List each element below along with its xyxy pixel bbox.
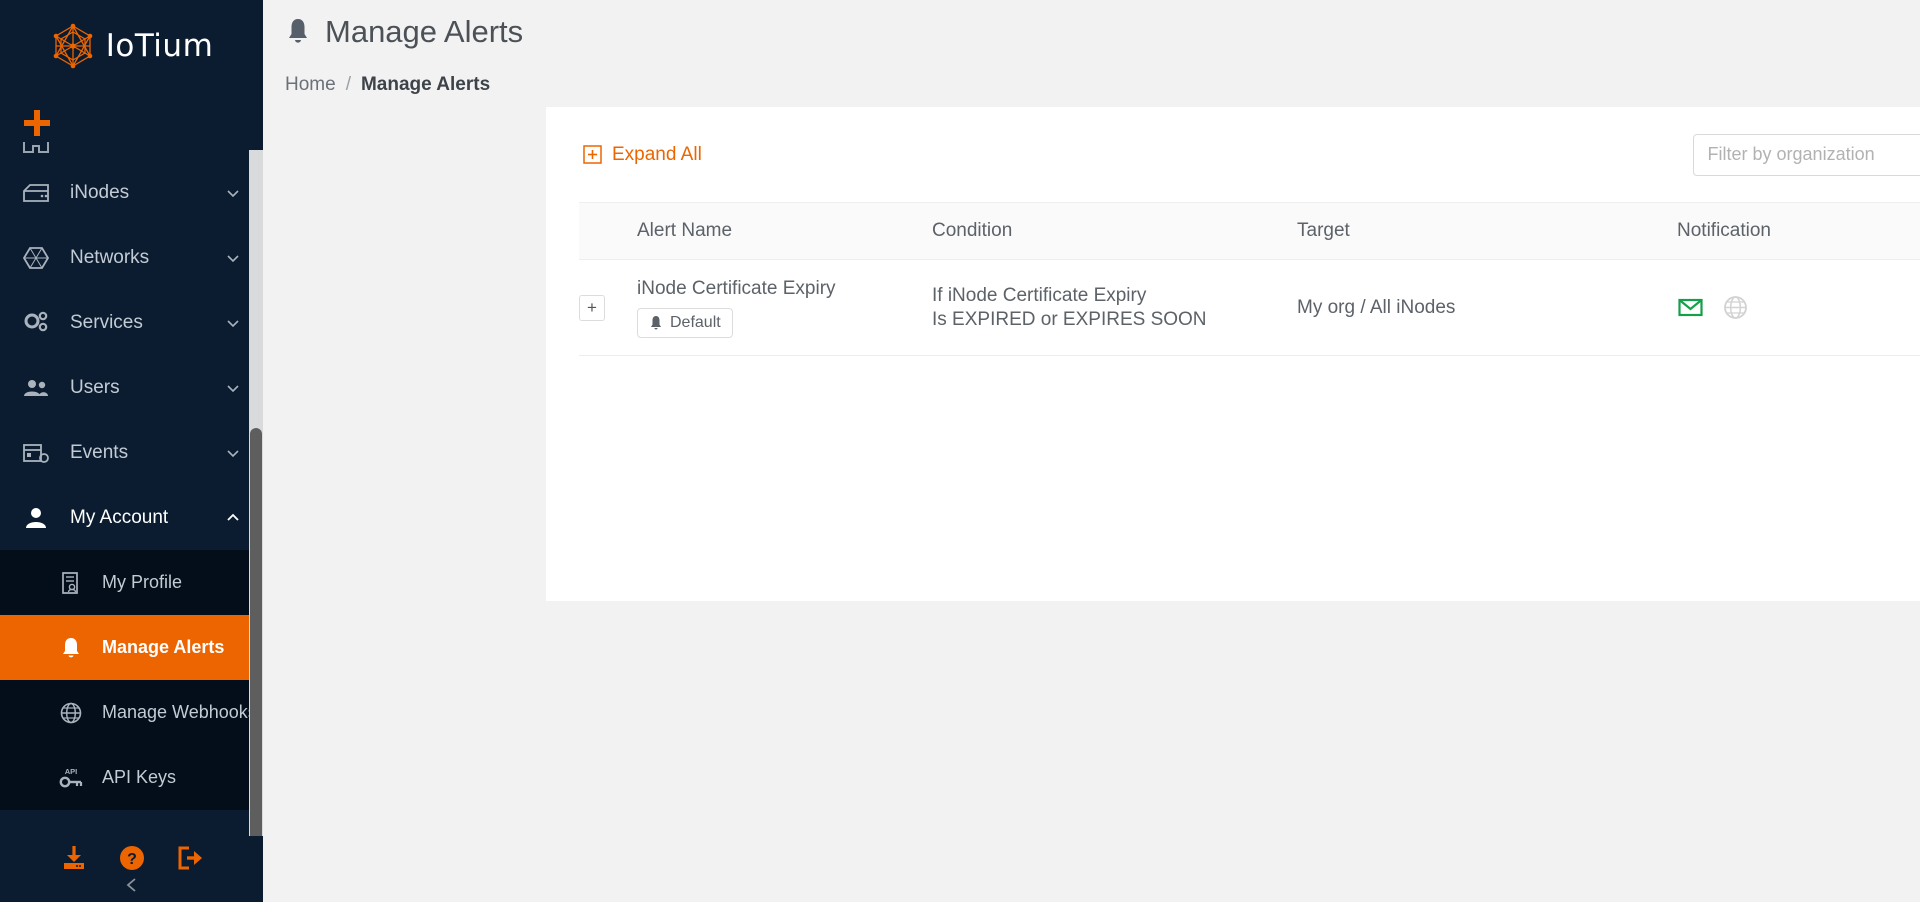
chevron-down-icon bbox=[227, 384, 239, 392]
chevron-up-icon bbox=[227, 513, 239, 521]
gears-icon bbox=[22, 310, 50, 336]
page-title: Manage Alerts bbox=[325, 14, 524, 49]
chevron-down-icon bbox=[227, 254, 239, 262]
sidebar-item-label: Manage Alerts bbox=[102, 637, 225, 657]
table-header-alert-name: Alert Name bbox=[637, 220, 733, 241]
breadcrumb-home[interactable]: Home bbox=[285, 74, 336, 96]
expand-all-button[interactable]: Expand All bbox=[583, 144, 702, 166]
bell-icon bbox=[289, 19, 307, 43]
help-icon[interactable]: ? bbox=[118, 844, 146, 872]
sidebar-item-label: iNodes bbox=[70, 181, 130, 203]
sidebar-item-label: My Profile bbox=[102, 572, 183, 592]
sidebar-item-manage-webhooks[interactable]: Manage Webhooks bbox=[0, 680, 263, 745]
bell-icon bbox=[651, 315, 661, 329]
calendar-gear-icon bbox=[22, 440, 50, 466]
sidebar-item-label: Networks bbox=[70, 246, 150, 268]
chevron-down-icon bbox=[227, 319, 239, 327]
sidebar-item-inodes[interactable]: iNodes bbox=[0, 160, 263, 225]
brand-name: IoTium bbox=[105, 28, 214, 64]
breadcrumb-current: Manage Alerts bbox=[360, 74, 491, 95]
server-icon bbox=[22, 180, 50, 206]
sidebar-item-label: Manage Webhooks bbox=[102, 702, 257, 722]
sidebar-item-label: API Keys bbox=[102, 767, 177, 787]
filter-by-organization-select[interactable]: Filter by organization bbox=[1692, 133, 1920, 176]
table-header-row: Alert Name Condition Target Notification bbox=[579, 202, 1920, 260]
chevron-down-icon bbox=[227, 449, 239, 457]
row-target-cell: My org / All iNodes bbox=[1297, 296, 1456, 318]
sidebar-item-label: Users bbox=[70, 376, 120, 398]
condition-line-1: If iNode Certificate Expiry bbox=[932, 284, 1147, 306]
chevron-down-icon bbox=[227, 189, 239, 197]
sidebar-item-label: My Account bbox=[70, 506, 169, 528]
sidebar-scrollbar-track[interactable] bbox=[249, 150, 263, 902]
row-expand-cell: + bbox=[579, 294, 637, 321]
sidebar-item-events[interactable]: Events bbox=[0, 420, 263, 485]
table-header-target: Target bbox=[1297, 220, 1350, 241]
webhook-globe-icon[interactable] bbox=[1722, 294, 1749, 321]
plus-box-icon bbox=[583, 145, 602, 164]
alerts-card: Expand All Filter by organization + Add … bbox=[546, 107, 1920, 601]
hexagon-network-icon bbox=[53, 23, 93, 69]
plus-icon bbox=[24, 110, 50, 136]
table-header-notification: Notification bbox=[1677, 220, 1771, 241]
sidebar-item-api-keys[interactable]: API API Keys bbox=[0, 745, 263, 810]
breadcrumb-separator: / bbox=[345, 74, 351, 95]
svg-text:API: API bbox=[65, 767, 78, 776]
filter-placeholder: Filter by organization bbox=[1707, 144, 1875, 164]
alerts-toolbar: Expand All Filter by organization + Add … bbox=[546, 107, 1920, 202]
svg-text:?: ? bbox=[127, 851, 137, 868]
hexagon-icon bbox=[22, 245, 50, 271]
badge-label: Default bbox=[670, 313, 721, 331]
chevron-left-icon[interactable] bbox=[121, 876, 143, 894]
main-content: Manage Alerts Home / Manage Alerts Expan… bbox=[263, 0, 1920, 902]
breadcrumb: Home / Manage Alerts bbox=[285, 74, 1920, 96]
row-alert-name-cell: iNode Certificate Expiry Default bbox=[637, 278, 932, 338]
bell-icon bbox=[58, 635, 84, 661]
globe-icon bbox=[58, 700, 84, 726]
email-icon[interactable] bbox=[1677, 294, 1704, 321]
sidebar: IoTium iNodes Networks Services Users Ev… bbox=[0, 0, 263, 902]
sidebar-submenu-my-account: My Profile Manage Alerts Manage Webhooks… bbox=[0, 550, 263, 810]
sidebar-item-my-profile[interactable]: My Profile bbox=[0, 550, 263, 615]
alerts-table: Alert Name Condition Target Notification… bbox=[579, 202, 1920, 356]
app-root: IoTium iNodes Networks Services Users Ev… bbox=[0, 0, 1920, 902]
table-header-condition: Condition bbox=[932, 220, 1013, 241]
brand-logo-area[interactable]: IoTium bbox=[0, 0, 263, 92]
sidebar-nav: iNodes Networks Services Users Events My… bbox=[0, 154, 263, 810]
page-header: Manage Alerts Home / Manage Alerts bbox=[263, 0, 1920, 96]
table-row: + iNode Certificate Expiry Default If iN… bbox=[579, 260, 1920, 356]
sidebar-footer: ? bbox=[0, 836, 263, 902]
sidebar-item-services[interactable]: Services bbox=[0, 290, 263, 355]
sidebar-scrollbar-thumb[interactable] bbox=[250, 428, 262, 902]
sidebar-scroll-area: IoTium iNodes Networks Services Users Ev… bbox=[0, 0, 263, 836]
people-icon bbox=[22, 375, 50, 401]
row-expand-button[interactable]: + bbox=[579, 294, 605, 321]
sidebar-item-users[interactable]: Users bbox=[0, 355, 263, 420]
sidebar-item-label: Services bbox=[70, 311, 143, 333]
sidebar-item-my-account[interactable]: My Account bbox=[0, 485, 263, 550]
condition-line-2: Is EXPIRED or EXPIRES SOON bbox=[932, 308, 1207, 330]
profile-card-icon bbox=[58, 570, 84, 596]
sidebar-item-label: Events bbox=[70, 441, 129, 463]
api-key-icon: API bbox=[58, 765, 84, 791]
download-icon[interactable] bbox=[60, 844, 88, 872]
sidebar-item-networks[interactable]: Networks bbox=[0, 225, 263, 290]
alert-name: iNode Certificate Expiry bbox=[637, 277, 836, 299]
row-condition-cell: If iNode Certificate Expiry Is EXPIRED o… bbox=[932, 284, 1297, 332]
server-stub-icon bbox=[23, 142, 49, 153]
plus-icon: + bbox=[587, 298, 597, 317]
person-icon bbox=[22, 505, 50, 531]
status-badge: Default bbox=[637, 307, 733, 338]
quick-add-button[interactable] bbox=[0, 92, 263, 154]
expand-all-label: Expand All bbox=[612, 143, 702, 165]
sidebar-item-manage-alerts[interactable]: Manage Alerts bbox=[0, 615, 263, 680]
row-notification-cell bbox=[1677, 294, 1920, 321]
logout-icon[interactable] bbox=[176, 844, 204, 872]
